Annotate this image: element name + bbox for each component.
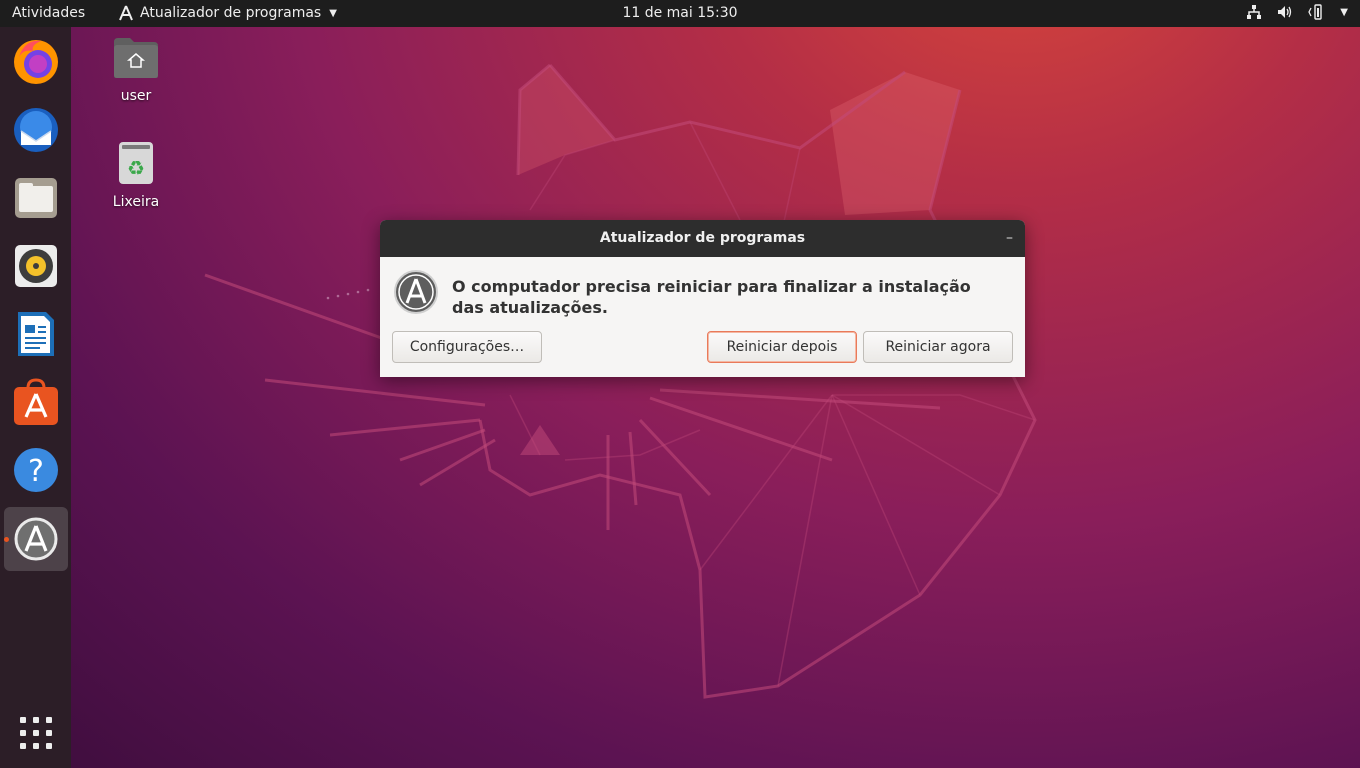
writer-icon	[18, 312, 54, 356]
ubuntu-software-icon	[14, 378, 58, 425]
dock-item-rhythmbox[interactable]	[4, 234, 68, 298]
minimize-button[interactable]: –	[1006, 220, 1013, 257]
dialog-title: Atualizador de programas	[599, 230, 806, 246]
files-icon	[15, 178, 57, 218]
dock-item-files[interactable]	[4, 166, 68, 230]
desktop-background	[0, 0, 1360, 768]
dock: ?	[0, 27, 71, 768]
desktop-icon-label: user	[120, 88, 152, 104]
restart-now-button[interactable]: Reiniciar agora	[863, 331, 1013, 363]
help-icon: ?	[14, 448, 58, 492]
dialog-titlebar[interactable]: Atualizador de programas –	[380, 220, 1025, 257]
firefox-icon	[14, 40, 58, 84]
desktop-icon-trash[interactable]: ♻ Lixeira	[91, 140, 181, 210]
app-grid-icon	[20, 717, 52, 749]
activities-button[interactable]: Atividades	[12, 5, 85, 21]
home-folder-icon	[114, 38, 158, 78]
network-icon	[1247, 5, 1262, 19]
clock[interactable]: 11 de mai 15:30	[622, 5, 737, 21]
software-updater-icon	[394, 270, 438, 314]
restart-later-button[interactable]: Reiniciar depois	[707, 331, 857, 363]
app-menu[interactable]: Atualizador de programas ▼	[118, 5, 337, 21]
svg-text:?: ?	[28, 454, 44, 489]
dock-item-thunderbird[interactable]	[4, 98, 68, 162]
wallpaper-cat-art	[204, 63, 1037, 699]
dock-item-ubuntu-software[interactable]	[4, 370, 68, 434]
rhythmbox-icon	[15, 245, 57, 287]
desktop-icon-label: Lixeira	[112, 194, 160, 210]
system-tray[interactable]: ▼	[1246, 4, 1348, 20]
chevron-down-icon: ▼	[329, 7, 337, 19]
show-applications-button[interactable]	[4, 701, 68, 765]
software-updater-icon	[14, 517, 58, 561]
app-menu-label: Atualizador de programas	[140, 5, 322, 21]
svg-text:♻: ♻	[127, 156, 145, 180]
battery-icon	[1308, 4, 1322, 20]
settings-button[interactable]: Configurações…	[392, 331, 542, 363]
trash-icon: ♻	[119, 142, 153, 184]
desktop-icon-home[interactable]: user	[91, 36, 181, 104]
restart-required-dialog: Atualizador de programas – O computador …	[380, 220, 1025, 377]
chevron-down-icon: ▼	[1340, 6, 1348, 18]
dock-item-libreoffice-writer[interactable]	[4, 302, 68, 366]
running-indicator	[4, 537, 9, 542]
dock-item-software-updater[interactable]	[4, 507, 68, 571]
volume-icon	[1278, 6, 1292, 18]
dock-item-firefox[interactable]	[4, 30, 68, 94]
dialog-message: O computador precisa reiniciar para fina…	[452, 277, 971, 317]
software-updater-app-icon	[119, 5, 133, 21]
top-bar: Atividades Atualizador de programas ▼ 11…	[0, 0, 1360, 27]
dock-item-help[interactable]: ?	[4, 438, 68, 502]
thunderbird-icon	[14, 108, 58, 152]
